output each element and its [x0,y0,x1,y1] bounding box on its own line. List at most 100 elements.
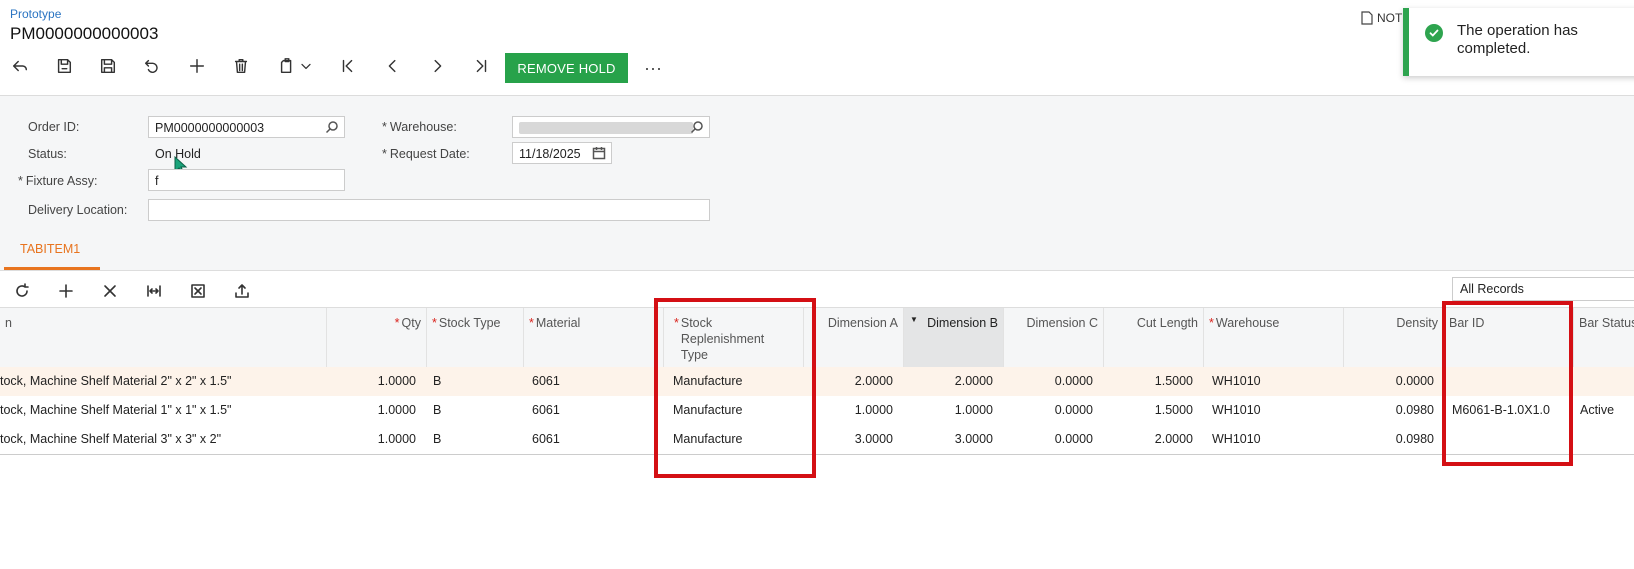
undo-icon[interactable] [138,52,166,80]
copy-paste-icon[interactable] [273,52,301,80]
cell-qty[interactable]: 1.0000 [327,425,422,454]
warehouse-label: * Warehouse: [382,120,457,134]
delete-icon[interactable] [227,52,255,80]
cell-dimension-b[interactable]: 2.0000 [904,367,999,396]
add-row-icon[interactable] [55,280,77,302]
refresh-icon[interactable] [11,280,33,302]
column-header-warehouse[interactable]: * Warehouse [1204,308,1344,368]
delivery-location-field[interactable] [148,199,710,221]
calendar-icon[interactable] [592,146,606,160]
chevron-down-icon[interactable] [298,52,314,80]
cell-description[interactable]: tock, Machine Shelf Material 1" x 1" x 1… [0,396,327,425]
column-header-material[interactable]: * Material [524,308,664,368]
column-header-dimension-c[interactable]: Dimension C [1004,308,1104,368]
grid-header: n * Qty * Stock Type * Material * Stock Repl… [0,307,1634,369]
cell-dimension-a[interactable]: 2.0000 [804,367,899,396]
highlight-box-stock-replenishment-type [654,298,816,478]
breadcrumb[interactable]: Prototype [10,7,61,21]
cell-density[interactable]: 0.0980 [1344,396,1440,425]
cell-dimension-b[interactable]: 1.0000 [904,396,999,425]
cell-dimension-c[interactable]: 0.0000 [1004,425,1099,454]
next-record-icon[interactable] [423,52,451,80]
table-row[interactable]: tock, Machine Shelf Material 1" x 1" x 1… [0,396,1634,426]
column-header-stock-type[interactable]: * Stock Type [427,308,524,368]
cell-cut-length[interactable]: 2.0000 [1104,425,1199,454]
fixture-assy-label: * Fixture Assy: [18,174,97,188]
export-excel-icon[interactable] [187,280,209,302]
more-actions-button[interactable]: ··· [640,54,666,82]
cell-description[interactable]: tock, Machine Shelf Material 3" x 3" x 2… [0,425,327,454]
cell-dimension-b[interactable]: 3.0000 [904,425,999,454]
search-icon[interactable] [690,120,704,134]
cell-density[interactable]: 0.0000 [1344,367,1440,396]
save-close-icon[interactable] [50,52,78,80]
column-header-bar-status[interactable]: Bar Status [1574,308,1634,368]
search-icon[interactable] [325,120,339,134]
toast-notification: The operation has completed. [1403,8,1634,76]
request-date-label: * Request Date: [382,147,470,161]
cell-qty[interactable]: 1.0000 [327,367,422,396]
table-row[interactable]: tock, Machine Shelf Material 3" x 3" x 2… [0,425,1634,455]
back-icon[interactable] [6,52,34,80]
cell-stock-type[interactable]: B [427,425,524,454]
document-icon [1361,11,1373,25]
cell-warehouse[interactable]: WH1010 [1206,425,1344,454]
add-icon[interactable] [183,52,211,80]
cell-warehouse[interactable]: WH1010 [1206,367,1344,396]
cell-bar-status[interactable]: Active [1574,396,1634,425]
cell-material[interactable]: 6061 [526,396,666,425]
table-row[interactable]: tock, Machine Shelf Material 2" x 2" x 1… [0,367,1634,397]
cell-dimension-c[interactable]: 0.0000 [1004,367,1099,396]
cell-density[interactable]: 0.0980 [1344,425,1440,454]
request-date-field[interactable]: 11/18/2025 [512,142,612,164]
cell-description[interactable]: tock, Machine Shelf Material 2" x 2" x 1… [0,367,327,396]
cell-dimension-a[interactable]: 1.0000 [804,396,899,425]
cell-cut-length[interactable]: 1.5000 [1104,396,1199,425]
column-header-description[interactable]: n [0,308,327,368]
cell-material[interactable]: 6061 [526,367,666,396]
cell-dimension-a[interactable]: 3.0000 [804,425,899,454]
status-label: Status: [28,147,67,161]
column-header-dimension-b[interactable]: ▼ Dimension B [904,308,1004,368]
required-asterisk: * [382,120,387,134]
cell-material[interactable]: 6061 [526,425,666,454]
highlight-box-bar-id [1442,301,1573,466]
records-filter-select[interactable]: All Records [1452,277,1634,301]
previous-record-icon[interactable] [379,52,407,80]
delete-row-icon[interactable] [99,280,121,302]
column-header-qty[interactable]: * Qty [327,308,427,368]
request-date-label-text: Request Date: [389,147,470,161]
fit-columns-icon[interactable] [143,280,165,302]
fixture-assy-value: f [155,174,159,188]
fixture-assy-label-text: Fixture Assy: [25,174,98,188]
cell-dimension-c[interactable]: 0.0000 [1004,396,1099,425]
required-asterisk: * [18,174,23,188]
summary-form: Order ID: PM0000000000003 Status: On Hol… [0,95,1634,271]
cell-bar-status[interactable] [1574,425,1634,454]
last-record-icon[interactable] [467,52,495,80]
order-id-value: PM0000000000003 [155,121,265,135]
column-header-density[interactable]: Density [1344,308,1444,368]
cell-stock-type[interactable]: B [427,396,524,425]
first-record-icon[interactable] [334,52,362,80]
order-id-field[interactable]: PM0000000000003 [148,116,345,138]
column-header-dimension-a[interactable]: Dimension A [804,308,904,368]
cell-cut-length[interactable]: 1.5000 [1104,367,1199,396]
sort-desc-icon: ▼ [910,315,918,324]
delivery-location-label: Delivery Location: [28,203,128,217]
save-icon[interactable] [94,52,122,80]
upload-icon[interactable] [231,280,253,302]
column-header-cut-length[interactable]: Cut Length [1104,308,1204,368]
cell-qty[interactable]: 1.0000 [327,396,422,425]
remove-hold-button[interactable]: REMOVE HOLD [505,53,628,83]
warehouse-field[interactable] [512,116,710,138]
tab-tabitem1[interactable]: TABITEM1 [20,242,80,256]
order-id-label: Order ID: [28,120,80,134]
cell-bar-status[interactable] [1574,367,1634,396]
notes-link[interactable]: NOT [1361,11,1402,25]
check-circle-icon [1425,24,1443,42]
cell-stock-type[interactable]: B [427,367,524,396]
fixture-assy-field[interactable]: f [148,169,345,191]
page-title: PM0000000000003 [10,24,159,43]
cell-warehouse[interactable]: WH1010 [1206,396,1344,425]
